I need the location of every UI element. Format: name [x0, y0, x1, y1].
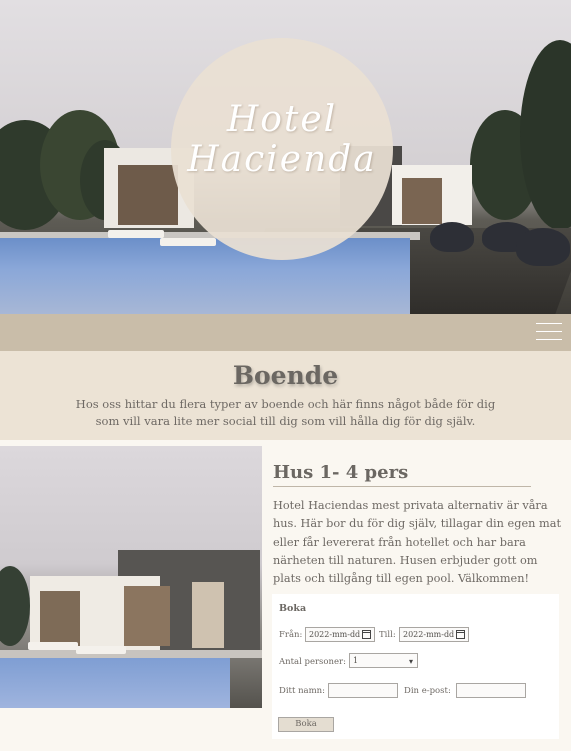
to-date-value: 2022-mm-dd	[403, 630, 455, 639]
intro-text: Hos oss hittar du flera typer av boende …	[75, 397, 496, 428]
persons-select[interactable]: 1 ▾	[349, 653, 418, 668]
email-label: Din e-post:	[404, 686, 451, 696]
persons-label: Antal personer:	[279, 657, 346, 667]
from-date-value: 2022-mm-dd	[309, 630, 361, 639]
intro-section: Boende Hos oss hittar du flera typer av …	[0, 351, 571, 440]
pool-edge	[0, 650, 262, 658]
hamburger-menu-icon[interactable]	[536, 321, 562, 343]
menu-line	[536, 323, 562, 324]
logo-line-1: Hotel	[226, 99, 338, 140]
outdoor-chair	[430, 222, 474, 252]
house-window	[402, 178, 442, 224]
house-window	[124, 586, 170, 646]
submit-button[interactable]: Boka	[278, 717, 334, 732]
to-label: Till:	[379, 630, 396, 640]
house-window	[192, 582, 224, 648]
tree	[0, 566, 30, 646]
booking-title: Boka	[279, 603, 307, 614]
pool	[0, 238, 410, 314]
hero-image: Hotel Hacienda	[0, 0, 571, 314]
name-input[interactable]	[328, 683, 398, 698]
chevron-down-icon: ▾	[408, 657, 413, 666]
pool	[0, 658, 230, 708]
house-title: Hus 1- 4 pers	[273, 462, 409, 483]
page-title: Boende	[232, 361, 339, 390]
menu-line	[536, 331, 562, 332]
outdoor-chair	[516, 228, 570, 266]
sun-lounger	[108, 230, 164, 238]
calendar-icon[interactable]	[362, 630, 371, 639]
booking-form: Boka Från: 2022-mm-dd Till: 2022-mm-dd A…	[272, 594, 559, 739]
divider	[273, 486, 531, 487]
sun-lounger	[76, 646, 126, 654]
house-window	[40, 591, 80, 646]
persons-value: 1	[353, 656, 359, 665]
logo: Hotel Hacienda	[171, 100, 393, 180]
to-date-input[interactable]: 2022-mm-dd	[399, 627, 469, 642]
sun-lounger	[28, 642, 78, 650]
from-label: Från:	[279, 630, 303, 640]
email-input[interactable]	[456, 683, 526, 698]
house-description: Hotel Haciendas mest privata alternativ …	[273, 499, 561, 586]
sun-lounger	[160, 238, 216, 246]
logo-line-2: Hacienda	[187, 139, 377, 180]
menu-line	[536, 339, 562, 340]
house-window	[118, 165, 178, 225]
from-date-input[interactable]: 2022-mm-dd	[305, 627, 375, 642]
name-label: Ditt namn:	[279, 686, 326, 696]
house-image	[0, 446, 262, 708]
navbar	[0, 314, 571, 351]
calendar-icon[interactable]	[456, 630, 465, 639]
